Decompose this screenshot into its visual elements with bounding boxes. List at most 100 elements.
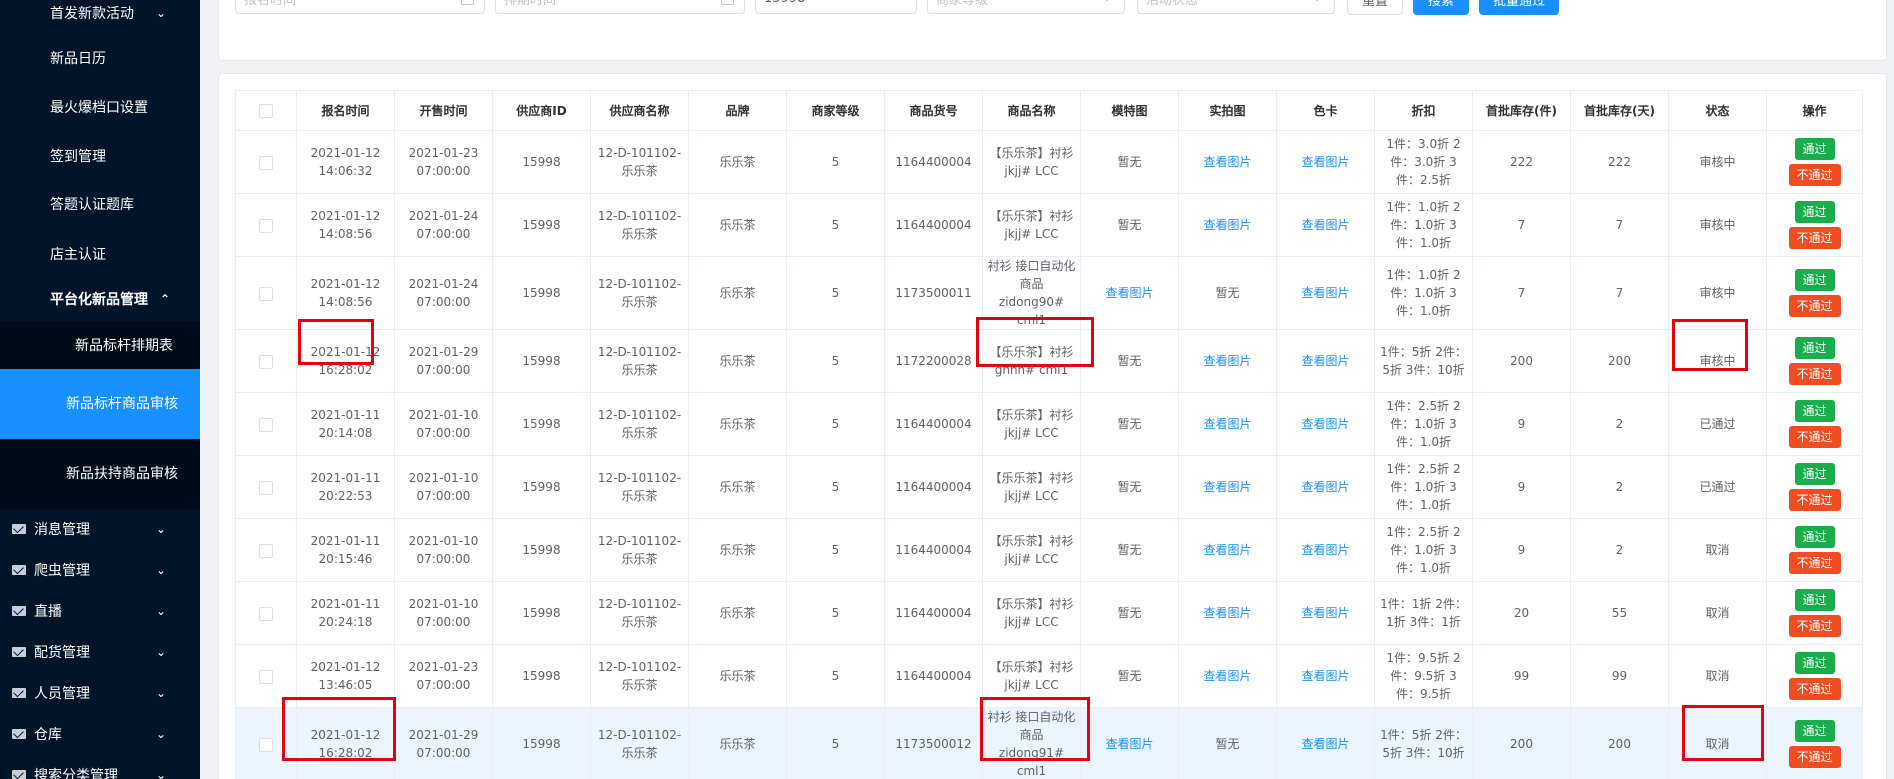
view-image-link[interactable]: 查看图片 — [1203, 417, 1251, 431]
column-header[interactable]: 首批库存(件) — [1472, 90, 1571, 131]
column-header[interactable]: 供应商名称 — [590, 90, 689, 131]
reject-button[interactable]: 不通过 — [1788, 746, 1841, 768]
column-header[interactable]: 操作 — [1766, 90, 1863, 131]
view-image-link[interactable]: 查看图片 — [1203, 480, 1251, 494]
real-image-cell[interactable]: 查看图片 — [1178, 329, 1277, 393]
column-header[interactable]: 商品货号 — [884, 90, 983, 131]
real-image-cell[interactable]: 查看图片 — [1178, 518, 1277, 582]
row-checkbox[interactable] — [259, 354, 273, 369]
sidebar-item-distribution[interactable]: 配货管理 ⌄ — [0, 635, 200, 669]
pass-button[interactable]: 通过 — [1794, 138, 1835, 160]
reject-button[interactable]: 不通过 — [1788, 552, 1841, 574]
reject-button[interactable]: 不通过 — [1788, 426, 1841, 448]
sidebar-item-warehouse[interactable]: 仓库 ⌄ — [0, 717, 200, 751]
column-header[interactable]: 模特图 — [1080, 90, 1179, 131]
select-all-checkbox[interactable] — [259, 104, 273, 118]
pass-button[interactable]: 通过 — [1794, 269, 1835, 291]
color-card-cell[interactable]: 查看图片 — [1276, 392, 1375, 456]
sidebar-item-hot-stall[interactable]: 最火爆档口设置 — [0, 89, 200, 125]
reject-button[interactable]: 不通过 — [1788, 363, 1841, 385]
color-card-cell[interactable]: 查看图片 — [1276, 455, 1375, 519]
pass-button[interactable]: 通过 — [1794, 463, 1835, 485]
color-card-cell[interactable]: 查看图片 — [1276, 518, 1375, 582]
real-image-cell[interactable]: 查看图片 — [1178, 193, 1277, 257]
reject-button[interactable]: 不通过 — [1788, 295, 1841, 317]
sidebar-item-platform-new[interactable]: 平台化新品管理 ⌃ — [0, 281, 200, 317]
batch-pass-button[interactable]: 批量通过 — [1479, 0, 1559, 15]
supplier-id-input[interactable]: 15998 — [755, 0, 917, 14]
signup-time-picker[interactable]: 报名时间 — [235, 0, 485, 14]
real-image-cell[interactable]: 查看图片 — [1178, 392, 1277, 456]
sidebar-item-messages[interactable]: 消息管理 ⌄ — [0, 512, 200, 546]
column-header[interactable]: 商品名称 — [982, 90, 1081, 131]
pass-button[interactable]: 通过 — [1794, 400, 1835, 422]
column-header[interactable]: 首批库存(天) — [1570, 90, 1669, 131]
sidebar-item-search-category[interactable]: 搜索分类管理 ⌄ — [0, 758, 200, 779]
view-image-link[interactable]: 查看图片 — [1105, 286, 1153, 300]
view-image-link[interactable]: 查看图片 — [1301, 218, 1349, 232]
reject-button[interactable]: 不通过 — [1788, 164, 1841, 186]
activity-status-select[interactable]: 活动状态 ⌄ — [1137, 0, 1335, 14]
color-card-cell[interactable]: 查看图片 — [1276, 581, 1375, 645]
pass-button[interactable]: 通过 — [1794, 589, 1835, 611]
view-image-link[interactable]: 查看图片 — [1301, 354, 1349, 368]
view-image-link[interactable]: 查看图片 — [1301, 669, 1349, 683]
column-header[interactable]: 实拍图 — [1178, 90, 1277, 131]
view-image-link[interactable]: 查看图片 — [1301, 543, 1349, 557]
view-image-link[interactable]: 查看图片 — [1203, 669, 1251, 683]
view-image-link[interactable]: 查看图片 — [1301, 417, 1349, 431]
row-checkbox[interactable] — [259, 218, 273, 233]
color-card-cell[interactable]: 查看图片 — [1276, 193, 1375, 257]
real-image-cell[interactable]: 查看图片 — [1178, 581, 1277, 645]
sidebar-item-live[interactable]: 直播 ⌄ — [0, 594, 200, 628]
row-checkbox[interactable] — [259, 543, 273, 558]
reject-button[interactable]: 不通过 — [1788, 615, 1841, 637]
sidebar-item-checkin[interactable]: 签到管理 — [0, 138, 200, 174]
sidebar-item-benchmark-review[interactable]: 新品标杆商品审核 — [0, 369, 200, 439]
sidebar-item-owner-cert[interactable]: 店主认证 — [0, 236, 200, 272]
row-checkbox[interactable] — [259, 606, 273, 621]
column-header[interactable]: 状态 — [1668, 90, 1767, 131]
pass-button[interactable]: 通过 — [1794, 652, 1835, 674]
column-header[interactable]: 色卡 — [1276, 90, 1375, 131]
model-image-cell[interactable]: 查看图片 — [1080, 707, 1179, 779]
sidebar-item-support-review[interactable]: 新品扶持商品审核 — [0, 439, 200, 509]
sidebar-item-first-launch[interactable]: 首发新款活动 ⌄ — [0, 0, 200, 26]
view-image-link[interactable]: 查看图片 — [1203, 218, 1251, 232]
schedule-time-picker[interactable]: 排期时间 — [495, 0, 745, 14]
sidebar-item-new-calendar[interactable]: 新品日历 — [0, 40, 200, 76]
color-card-cell[interactable]: 查看图片 — [1276, 707, 1375, 779]
sidebar-item-staff[interactable]: 人员管理 ⌄ — [0, 676, 200, 710]
view-image-link[interactable]: 查看图片 — [1301, 286, 1349, 300]
reset-button[interactable]: 重置 — [1347, 0, 1403, 15]
view-image-link[interactable]: 查看图片 — [1105, 737, 1153, 751]
column-header[interactable]: 品牌 — [688, 90, 787, 131]
row-checkbox[interactable] — [259, 737, 273, 752]
reject-button[interactable]: 不通过 — [1788, 227, 1841, 249]
view-image-link[interactable]: 查看图片 — [1301, 606, 1349, 620]
real-image-cell[interactable]: 查看图片 — [1178, 130, 1277, 194]
view-image-link[interactable]: 查看图片 — [1203, 155, 1251, 169]
color-card-cell[interactable]: 查看图片 — [1276, 644, 1375, 708]
column-header[interactable]: 商家等级 — [786, 90, 885, 131]
row-checkbox[interactable] — [259, 286, 273, 301]
pass-button[interactable]: 通过 — [1794, 526, 1835, 548]
pass-button[interactable]: 通过 — [1794, 720, 1835, 742]
column-header[interactable]: 报名时间 — [296, 90, 395, 131]
real-image-cell[interactable]: 查看图片 — [1178, 455, 1277, 519]
row-checkbox[interactable] — [259, 480, 273, 495]
row-checkbox[interactable] — [259, 417, 273, 432]
merchant-level-select[interactable]: 商家等级 ⌄ — [927, 0, 1125, 14]
real-image-cell[interactable]: 查看图片 — [1178, 644, 1277, 708]
view-image-link[interactable]: 查看图片 — [1203, 606, 1251, 620]
column-header[interactable]: 折扣 — [1374, 90, 1473, 131]
color-card-cell[interactable]: 查看图片 — [1276, 130, 1375, 194]
column-header[interactable]: 开售时间 — [394, 90, 493, 131]
sidebar-item-quiz-bank[interactable]: 答题认证题库 — [0, 186, 200, 222]
pass-button[interactable]: 通过 — [1794, 201, 1835, 223]
view-image-link[interactable]: 查看图片 — [1301, 737, 1349, 751]
reject-button[interactable]: 不通过 — [1788, 678, 1841, 700]
sidebar-item-benchmark-schedule[interactable]: 新品标杆排期表 — [0, 321, 200, 369]
column-header[interactable]: 供应商ID — [492, 90, 591, 131]
model-image-cell[interactable]: 查看图片 — [1080, 256, 1179, 330]
